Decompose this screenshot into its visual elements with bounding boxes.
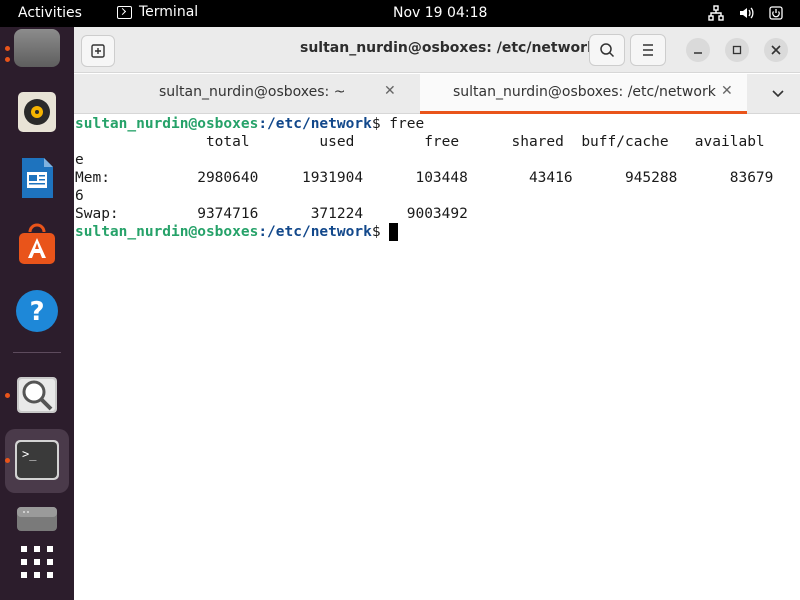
terminal-content[interactable]: sultan_nurdin@osboxes:/etc/network$ free… xyxy=(74,115,800,600)
files-icon[interactable] xyxy=(14,29,60,67)
running-indicator xyxy=(5,393,10,398)
terminal-small-icon xyxy=(117,5,132,19)
app-center-icon[interactable] xyxy=(14,222,60,268)
help-icon[interactable]: ? xyxy=(14,288,60,334)
running-indicator xyxy=(5,458,10,463)
maximize-button[interactable] xyxy=(725,38,749,62)
output-line: 6 xyxy=(75,188,84,204)
window-title: sultan_nurdin@osboxes: /etc/network xyxy=(300,40,597,56)
terminal-icon[interactable]: >_ xyxy=(14,438,60,484)
command: free xyxy=(389,116,425,132)
hamburger-icon xyxy=(643,44,653,56)
tab-close-icon[interactable]: ✕ xyxy=(384,83,396,99)
clock[interactable]: Nov 19 04:18 xyxy=(393,5,487,21)
close-button[interactable] xyxy=(764,38,788,62)
show-apps-icon[interactable] xyxy=(14,542,60,588)
maximize-icon xyxy=(732,45,742,55)
output-line: e xyxy=(75,152,84,168)
dock: ? >_ xyxy=(0,27,74,600)
minimize-icon xyxy=(694,52,702,54)
prompt-user: sultan_nurdin@osboxes xyxy=(75,116,259,132)
terminal-window: sultan_nurdin@osboxes: /etc/network sult… xyxy=(74,27,800,600)
top-bar: Activities Terminal Nov 19 04:18 xyxy=(0,0,800,27)
volume-icon[interactable] xyxy=(738,5,754,21)
svg-text:?: ? xyxy=(29,297,44,327)
app-menu[interactable]: Terminal xyxy=(117,4,198,20)
tab-etc-network[interactable]: sultan_nurdin@osboxes: /etc/network ✕ xyxy=(420,74,747,114)
terminal-text: sultan_nurdin@osboxes:/etc/network$ free… xyxy=(75,115,773,241)
power-icon[interactable] xyxy=(768,5,784,21)
running-indicator xyxy=(5,46,10,51)
text-cursor xyxy=(389,223,399,241)
network-icon[interactable] xyxy=(708,5,724,21)
new-tab-button[interactable] xyxy=(81,35,115,67)
prompt-path: :/etc/network xyxy=(258,116,372,132)
prompt-symbol: $ xyxy=(371,224,390,240)
minimize-button[interactable] xyxy=(686,38,710,62)
system-tray[interactable] xyxy=(708,5,784,21)
svg-text:>_: >_ xyxy=(22,447,37,461)
menu-button[interactable] xyxy=(630,34,666,66)
running-indicator xyxy=(5,57,10,62)
tab-close-icon[interactable]: ✕ xyxy=(721,83,733,99)
new-tab-icon xyxy=(91,44,105,58)
tab-home[interactable]: sultan_nurdin@osboxes: ~ ✕ xyxy=(74,74,420,114)
rhythmbox-icon[interactable] xyxy=(14,89,60,135)
chevron-down-icon[interactable] xyxy=(770,85,786,101)
prompt-user: sultan_nurdin@osboxes xyxy=(75,224,259,240)
prompt-symbol: $ xyxy=(371,116,390,132)
header-bar: sultan_nurdin@osboxes: /etc/network xyxy=(74,27,800,73)
disk-icon[interactable] xyxy=(14,505,60,531)
activities-button[interactable]: Activities xyxy=(18,5,82,21)
search-icon xyxy=(600,43,615,58)
prompt-path: :/etc/network xyxy=(258,224,372,240)
dock-separator xyxy=(13,352,61,353)
output-line: Swap: 9374716 371224 9003492 xyxy=(75,206,468,222)
active-tab-indicator xyxy=(420,111,747,114)
image-viewer-icon[interactable] xyxy=(14,372,60,418)
tab-label: sultan_nurdin@osboxes: /etc/network xyxy=(453,84,716,100)
writer-icon[interactable] xyxy=(14,155,60,201)
close-icon xyxy=(771,45,781,55)
tab-bar: sultan_nurdin@osboxes: ~ ✕ sultan_nurdin… xyxy=(74,74,800,114)
tab-label: sultan_nurdin@osboxes: ~ xyxy=(159,84,346,100)
output-line: Mem: 2980640 1931904 103448 43416 945288… xyxy=(75,170,774,186)
search-button[interactable] xyxy=(589,34,625,66)
output-line: total used free shared buff/cache availa… xyxy=(75,134,765,150)
app-name: Terminal xyxy=(139,4,199,20)
